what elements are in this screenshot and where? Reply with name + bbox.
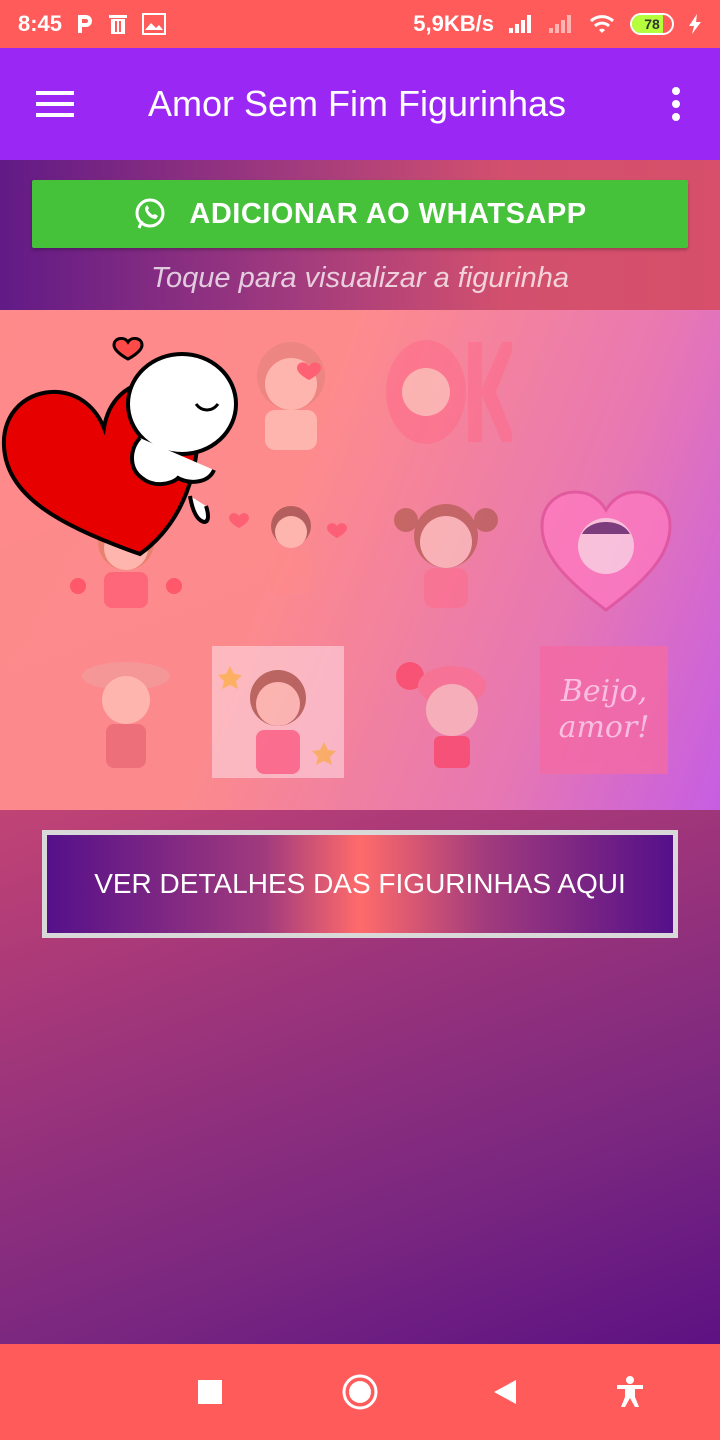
- wifi-icon: [588, 13, 616, 35]
- beijo-line1: Beijo,: [560, 674, 648, 709]
- accessibility-icon: [617, 1376, 643, 1407]
- back-button[interactable]: [460, 1344, 550, 1440]
- trash-icon: [108, 13, 128, 35]
- status-left: 8:45: [18, 11, 167, 37]
- more-vert-icon: [672, 87, 680, 121]
- battery-icon: 78: [630, 13, 674, 35]
- app-title: Amor Sem Fim Figurinhas: [147, 83, 567, 124]
- image-icon: [142, 13, 167, 35]
- sticker-girl-thumbs-up[interactable]: [212, 646, 344, 778]
- more-options-button[interactable]: [632, 48, 720, 160]
- view-details-label: VER DETALHES DAS FIGURINHAS AQUI: [94, 868, 626, 899]
- view-details-button[interactable]: VER DETALHES DAS FIGURINHAS AQUI: [42, 830, 678, 938]
- sticker-ok-girl[interactable]: [380, 326, 516, 458]
- sticker-heart-frame[interactable]: [540, 486, 672, 618]
- system-nav-bar: [0, 1344, 720, 1440]
- network-speed: 5,9KB/s: [413, 11, 494, 36]
- sticker-heart-hug[interactable]: [0, 326, 245, 561]
- signal-weak-icon: [548, 14, 574, 34]
- whatsapp-icon: [135, 198, 165, 229]
- app-bar: Amor Sem Fim Figurinhas: [0, 48, 720, 160]
- accessibility-button[interactable]: [585, 1344, 675, 1440]
- status-bar: 8:45 5,9KB/s 78: [0, 0, 720, 48]
- home-button[interactable]: [315, 1344, 405, 1440]
- p-icon: [76, 13, 94, 35]
- signal-icon: [508, 14, 534, 34]
- clock: 8:45: [18, 11, 63, 36]
- home-icon: [342, 1374, 378, 1410]
- charging-icon: [688, 13, 702, 35]
- sticker-girl-hat[interactable]: [60, 646, 192, 778]
- sticker-girl-pigtails[interactable]: [380, 486, 512, 618]
- status-right: 5,9KB/s 78: [413, 11, 702, 37]
- sticker-beijo-amor[interactable]: Beijo, amor!: [540, 646, 668, 774]
- recents-icon: [198, 1380, 222, 1404]
- battery-level: 78: [644, 16, 660, 32]
- menu-icon: [36, 91, 74, 117]
- hint-text: Toque para visualizar a figurinha: [150, 262, 570, 294]
- beijo-line2: amor!: [558, 710, 650, 745]
- add-to-whatsapp-label: ADICIONAR AO WHATSAPP: [189, 197, 587, 230]
- sticker-girl-balloon[interactable]: [380, 646, 512, 778]
- back-icon: [494, 1380, 516, 1404]
- add-to-whatsapp-button[interactable]: ADICIONAR AO WHATSAPP: [32, 180, 688, 248]
- recents-button[interactable]: [165, 1344, 255, 1440]
